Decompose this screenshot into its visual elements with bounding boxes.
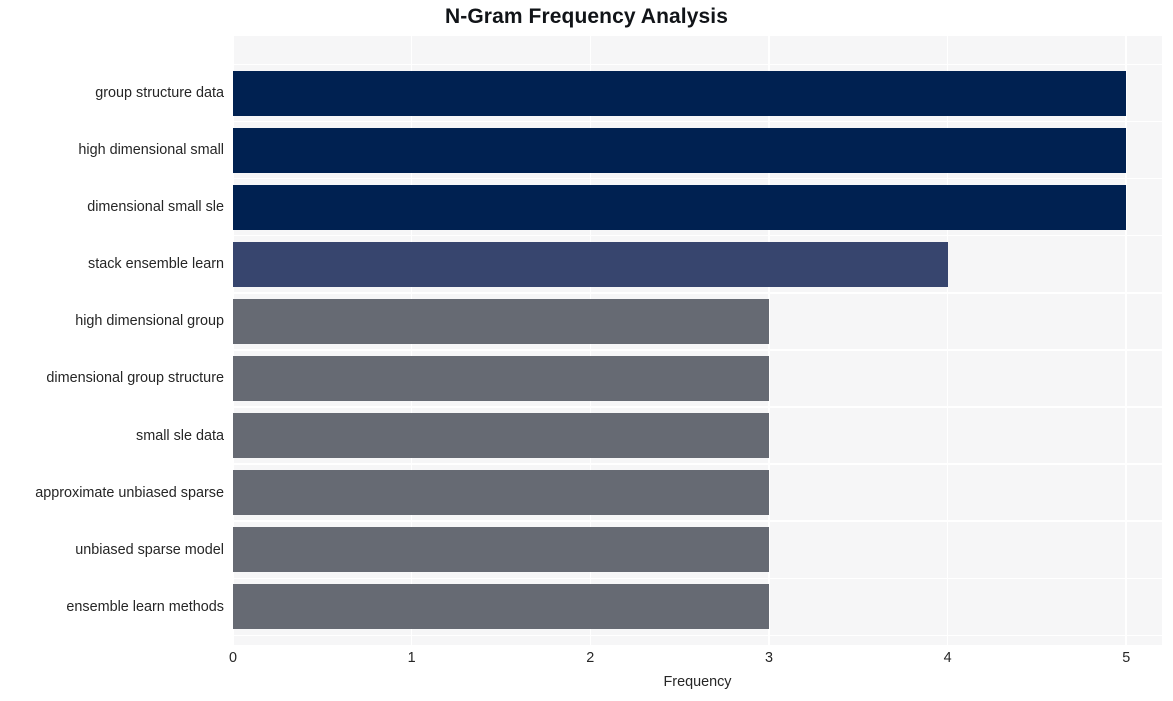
- y-axis-tick-label: ensemble learn methods: [66, 598, 224, 615]
- page-title: N-Gram Frequency Analysis: [445, 5, 728, 28]
- bar: [233, 184, 1127, 230]
- bar-row: [233, 293, 1162, 350]
- x-axis-tick-labels: 0 1 2 3 4 5: [229, 650, 1162, 672]
- y-axis-tick-label: approximate unbiased sparse: [35, 484, 224, 501]
- y-axis-tick-labels: group structure data high dimensional sma…: [0, 36, 224, 645]
- bar: [233, 298, 769, 344]
- bar: [233, 470, 769, 516]
- y-axis-tick-label: dimensional group structure: [46, 370, 224, 387]
- bar-row: [233, 236, 1162, 293]
- x-axis-tick-label: 0: [228, 650, 237, 666]
- x-axis-tick-label: 4: [943, 650, 952, 666]
- y-axis-tick-label: small sle data: [136, 427, 224, 444]
- bar: [233, 527, 769, 573]
- bar: [233, 241, 948, 287]
- bar-row: [233, 464, 1162, 521]
- y-axis-tick-label: unbiased sparse model: [75, 541, 224, 558]
- bar: [233, 584, 769, 630]
- y-axis-tick-label: dimensional small sle: [87, 199, 224, 216]
- bar: [233, 355, 769, 401]
- bar-row: [233, 179, 1162, 236]
- bar: [233, 127, 1127, 173]
- y-axis-tick-label: group structure data: [95, 85, 224, 102]
- ngram-frequency-chart-figure: N-Gram Frequency Analysis group structur…: [0, 0, 1173, 701]
- y-axis-tick-label: high dimensional group: [75, 313, 224, 330]
- bar-row: [233, 578, 1162, 635]
- x-axis-tick-label: 2: [586, 650, 595, 666]
- bar-row: [233, 350, 1162, 407]
- bar-row: [233, 521, 1162, 578]
- bar: [233, 70, 1127, 116]
- bar-row: [233, 65, 1162, 122]
- y-axis-tick-label: high dimensional small: [78, 142, 224, 159]
- x-axis-title: Frequency: [663, 674, 732, 690]
- y-axis-tick-label: stack ensemble learn: [88, 256, 224, 273]
- x-axis-tick-label: 1: [407, 650, 416, 666]
- bar: [233, 413, 769, 459]
- x-axis-tick-label: 5: [1122, 650, 1131, 666]
- x-axis-tick-label: 3: [764, 650, 773, 666]
- bar-row: [233, 407, 1162, 464]
- bar-row: [233, 122, 1162, 179]
- plot-area: [233, 36, 1162, 645]
